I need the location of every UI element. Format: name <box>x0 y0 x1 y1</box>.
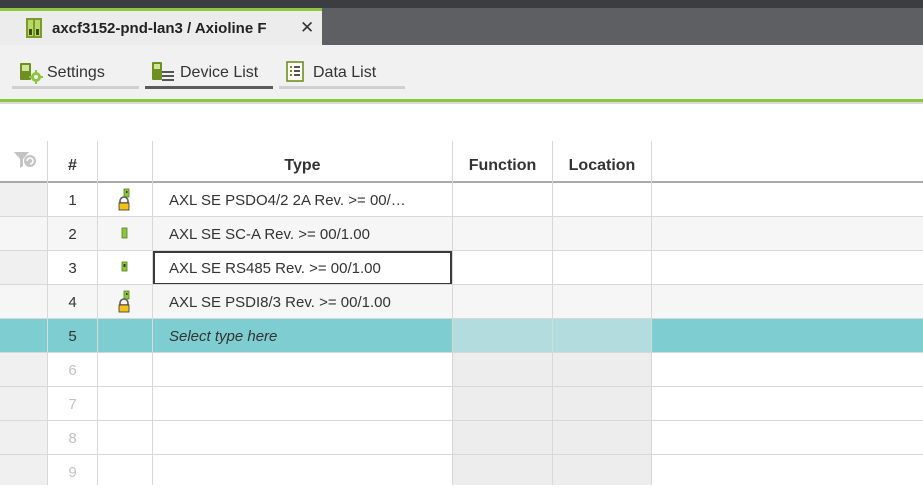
table-row[interactable]: 6 <box>0 353 923 387</box>
row-number: 3 <box>68 259 77 277</box>
device-type-cell[interactable]: AXL SE SC-A Rev. >= 00/1.00 <box>153 217 452 251</box>
module-small-icon <box>98 217 152 251</box>
device-type-cell[interactable] <box>153 455 452 489</box>
module-icon <box>98 251 152 285</box>
column-header-type[interactable]: Type <box>153 141 452 182</box>
row-number: 2 <box>68 225 77 243</box>
column-header-number[interactable]: # <box>48 141 97 182</box>
row-number: 6 <box>68 361 77 379</box>
device-table: # Type Function Location 1 AXL SE PSDO4/… <box>0 0 923 485</box>
device-type-cell[interactable] <box>153 353 452 387</box>
table-row[interactable]: 8 <box>0 421 923 455</box>
table-row[interactable]: 7 <box>0 387 923 421</box>
device-type-cell[interactable] <box>153 387 452 421</box>
column-header-location[interactable]: Location <box>553 141 651 182</box>
filter-reset-icon[interactable] <box>13 150 39 175</box>
row-number: 1 <box>68 191 77 209</box>
device-type-cell[interactable]: AXL SE PSDO4/2 2A Rev. >= 00/… <box>153 183 452 217</box>
row-number: 4 <box>68 293 77 311</box>
row-icon-cell <box>98 319 152 353</box>
select-type-cell[interactable]: Select type here <box>153 319 452 353</box>
column-header-icon[interactable] <box>98 141 152 182</box>
device-type-cell-focused[interactable]: AXL SE RS485 Rev. >= 00/1.00 <box>153 251 452 285</box>
column-header-function[interactable]: Function <box>453 141 552 182</box>
table-row[interactable]: 2 AXL SE SC-A Rev. >= 00/1.00 <box>0 217 923 251</box>
table-row-selected[interactable]: 5 Select type here <box>0 319 923 353</box>
device-type-cell[interactable]: AXL SE PSDI8/3 Rev. >= 00/1.00 <box>153 285 452 319</box>
safety-module-icon <box>98 285 152 319</box>
row-number: 9 <box>68 463 77 481</box>
row-number: 8 <box>68 429 77 447</box>
table-row[interactable]: 4 AXL SE PSDI8/3 Rev. >= 00/1.00 <box>0 285 923 319</box>
row-number: 5 <box>68 327 77 345</box>
table-row[interactable]: 9 <box>0 455 923 489</box>
device-type-cell[interactable] <box>153 421 452 455</box>
table-row[interactable]: 3 AXL SE RS485 Rev. >= 00/1.00 <box>0 251 923 285</box>
row-number: 7 <box>68 395 77 413</box>
safety-module-icon <box>98 183 152 217</box>
table-row[interactable]: 1 AXL SE PSDO4/2 2A Rev. >= 00/… <box>0 183 923 217</box>
